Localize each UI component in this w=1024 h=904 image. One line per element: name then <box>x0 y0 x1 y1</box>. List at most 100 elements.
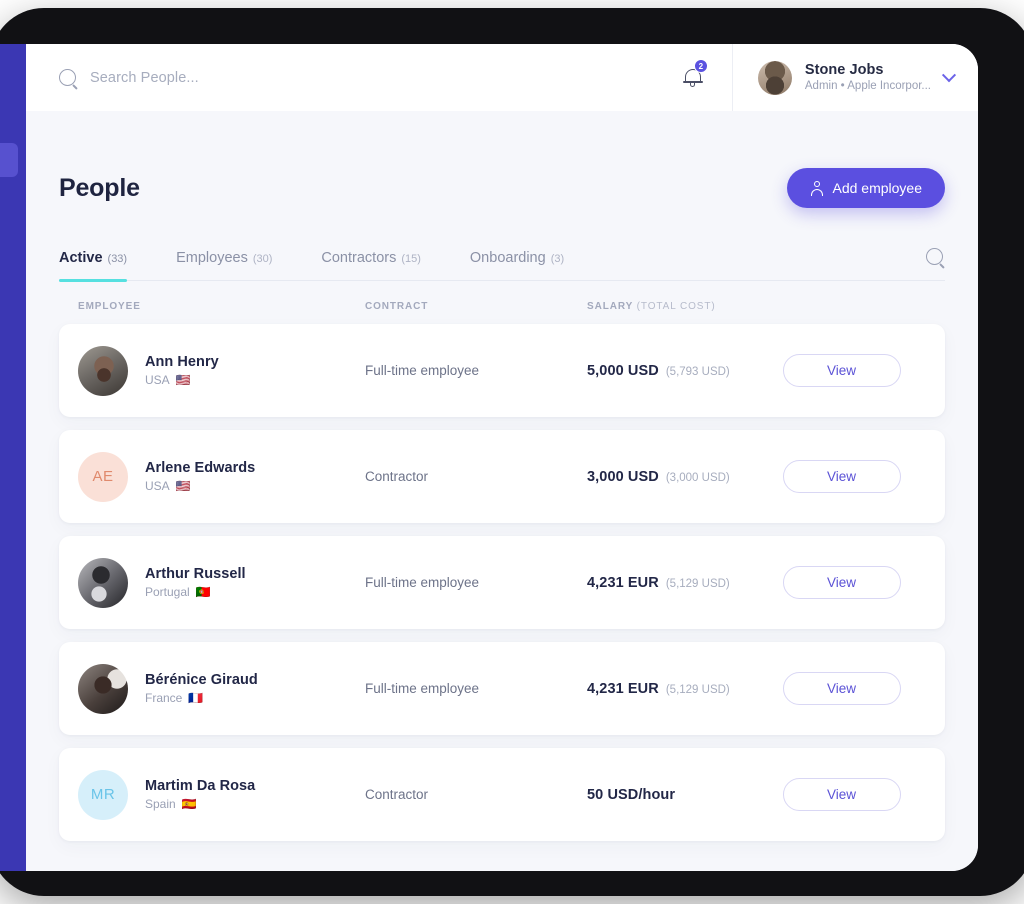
search-icon <box>926 248 943 265</box>
tab-count: (15) <box>401 253 421 265</box>
salary-amount: 50 USD/hour <box>587 786 676 803</box>
cell-employee: Bérénice Giraud France 🇫🇷 <box>78 663 365 714</box>
device-frame: 2 Stone Jobs Admin • Apple Incorpor... <box>0 8 1024 896</box>
search-bar[interactable] <box>26 44 654 111</box>
user-menu[interactable]: Stone Jobs Admin • Apple Incorpor... <box>733 44 978 111</box>
user-name: Stone Jobs <box>804 61 884 78</box>
table-row[interactable]: Arthur Russell Portugal 🇵🇹 Full-time employ… <box>59 536 945 629</box>
tabs-row: Active (33) Employees (30) Contractors (15) On… <box>59 248 945 282</box>
column-header-salary: SALARY (TOTAL COST) <box>587 301 945 312</box>
salary-amount: 5,000 USD <box>587 362 659 379</box>
chevron-down-icon[interactable] <box>941 67 957 82</box>
page-header: People Add employee <box>59 111 945 208</box>
employee-table: Ann Henry USA 🇺🇸 Full-time employee 5,000 US… <box>59 324 945 841</box>
device-screen: 2 Stone Jobs Admin • Apple Incorpor... <box>0 44 978 871</box>
cell-action: View <box>755 672 945 705</box>
employee-name-block: Arthur Russell Portugal 🇵🇹 <box>145 564 246 601</box>
cell-salary: 50 USD/hour <box>587 787 755 803</box>
column-header-salary-label: SALARY <box>587 301 633 312</box>
table-search-button[interactable] <box>926 248 945 280</box>
notification-badge: 2 <box>693 59 708 73</box>
table-column-headers: EMPLOYEE CONTRACT SALARY (TOTAL COST) <box>59 281 945 324</box>
cell-salary: 4,231 EUR (5,129 USD) <box>587 575 755 591</box>
add-employee-button[interactable]: Add employee <box>787 168 945 208</box>
salary-total-cost: (5,129 USD) <box>665 683 730 696</box>
employee-name-block: Bérénice Giraud France 🇫🇷 <box>145 670 258 707</box>
view-button[interactable]: View <box>782 778 901 811</box>
cell-action: View <box>755 460 945 493</box>
column-header-employee: EMPLOYEE <box>78 301 141 312</box>
cell-employee: AE Arlene Edwards USA 🇺🇸 <box>78 451 365 502</box>
view-button[interactable]: View <box>782 354 901 387</box>
salary-amount: 3,000 USD <box>587 468 659 485</box>
cell-salary: 3,000 USD (3,000 USD) <box>587 469 755 485</box>
employee-name-block: Ann Henry USA 🇺🇸 <box>145 352 219 389</box>
avatar-initials: AE <box>78 451 128 502</box>
sidebar-active-indicator <box>0 143 18 177</box>
table-row[interactable]: MR Martim Da Rosa Spain 🇪🇸 Contractor 50 USD/… <box>59 748 945 841</box>
cell-contract: Full-time employee <box>365 681 480 696</box>
table-row[interactable]: AE Arlene Edwards USA 🇺🇸 Contractor 3,000 USD… <box>59 430 945 523</box>
add-employee-label: Add employee <box>832 180 922 196</box>
cell-employee: Ann Henry USA 🇺🇸 <box>78 345 365 396</box>
person-add-icon <box>810 181 823 196</box>
tab-label: Onboarding <box>469 250 546 266</box>
tab-onboarding[interactable]: Onboarding (3) <box>470 250 589 280</box>
search-icon <box>59 69 76 86</box>
employee-name-block: Martim Da Rosa Spain 🇪🇸 <box>145 776 255 813</box>
table-row[interactable]: Ann Henry USA 🇺🇸 Full-time employee 5,000 US… <box>59 324 945 417</box>
country-flag-icon: 🇪🇸 <box>181 797 197 812</box>
cell-contract: Full-time employee <box>365 363 480 378</box>
avatar <box>78 663 128 714</box>
view-button[interactable]: View <box>782 460 901 493</box>
user-role-company: Admin • Apple Incorpor... <box>804 80 931 93</box>
tab-label: Active <box>59 250 103 266</box>
cell-action: View <box>755 566 945 599</box>
view-button[interactable]: View <box>782 566 901 599</box>
app-container: 2 Stone Jobs Admin • Apple Incorpor... <box>26 44 978 871</box>
cell-salary: 5,000 USD (5,793 USD) <box>587 363 755 379</box>
page-body: People Add employee Active (33) Employees (… <box>26 111 978 841</box>
country-label: France <box>145 691 183 706</box>
view-button[interactable]: View <box>782 672 901 705</box>
cell-salary: 4,231 EUR (5,129 USD) <box>587 681 755 697</box>
tab-employees[interactable]: Employees (30) <box>176 250 297 280</box>
country-flag-icon: 🇫🇷 <box>188 691 204 706</box>
table-row[interactable]: Bérénice Giraud France 🇫🇷 Full-time employe… <box>59 642 945 735</box>
cell-contract: Contractor <box>365 469 429 484</box>
column-header-contract: CONTRACT <box>365 301 429 312</box>
avatar <box>78 557 128 608</box>
employee-country: Spain 🇪🇸 <box>145 796 255 813</box>
top-bar: 2 Stone Jobs Admin • Apple Incorpor... <box>26 44 978 111</box>
sidebar-rail[interactable] <box>0 44 26 871</box>
employee-country: France 🇫🇷 <box>145 690 258 707</box>
tab-count: (3) <box>550 253 565 265</box>
employee-name-block: Arlene Edwards USA 🇺🇸 <box>145 458 255 495</box>
tab-active[interactable]: Active (33) <box>59 250 152 282</box>
employee-name: Arlene Edwards <box>145 460 256 477</box>
tab-contractors[interactable]: Contractors (15) <box>321 250 446 280</box>
employee-country: USA 🇺🇸 <box>145 372 219 389</box>
salary-total-cost: (3,000 USD) <box>665 471 730 484</box>
salary-amount: 4,231 EUR <box>587 680 659 697</box>
country-flag-icon: 🇺🇸 <box>175 373 191 388</box>
avatar-initials: MR <box>78 769 128 820</box>
search-input[interactable] <box>90 69 410 86</box>
tabs: Active (33) Employees (30) Contractors (15) On… <box>59 250 613 282</box>
cell-employee: MR Martim Da Rosa Spain 🇪🇸 <box>78 769 365 820</box>
avatar <box>78 345 128 396</box>
salary-amount: 4,231 EUR <box>587 574 659 591</box>
cell-contract: Full-time employee <box>365 575 480 590</box>
notifications-button[interactable]: 2 <box>654 44 732 111</box>
country-label: Spain <box>145 797 176 812</box>
tab-label: Contractors <box>321 250 397 266</box>
top-bar-right: 2 Stone Jobs Admin • Apple Incorpor... <box>654 44 978 111</box>
salary-total-cost: (5,129 USD) <box>665 577 730 590</box>
column-header-salary-sub: (TOTAL COST) <box>636 301 716 312</box>
employee-name: Martim Da Rosa <box>145 778 256 795</box>
employee-country: USA 🇺🇸 <box>145 478 255 495</box>
employee-name: Arthur Russell <box>145 566 246 583</box>
country-label: USA <box>145 373 170 388</box>
employee-name: Ann Henry <box>145 354 219 371</box>
tab-count: (30) <box>252 253 273 265</box>
